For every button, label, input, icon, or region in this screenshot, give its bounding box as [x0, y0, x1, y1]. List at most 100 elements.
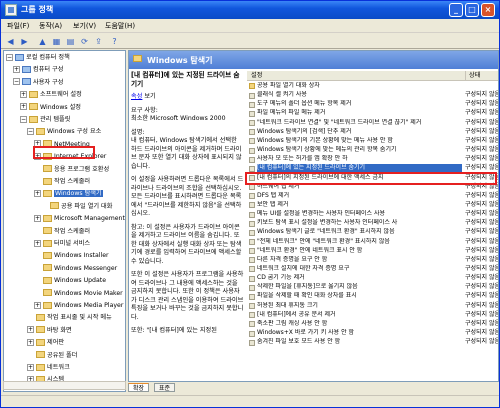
policy-tree[interactable]: − 로컬 컴퓨터 정책 + 컴퓨터 구성 − 사용자 구성 + 소프트웨어 설정 + Window… — [3, 50, 126, 392]
expand-icon[interactable]: + — [34, 239, 41, 247]
maximize-button[interactable]: □ — [465, 3, 479, 17]
tree-item[interactable]: + 바탕 화면 — [27, 326, 72, 335]
collapse-icon[interactable]: − — [6, 53, 13, 61]
export-icon[interactable]: ⇪ — [93, 36, 104, 47]
window-title: 그룹 정책 — [21, 5, 54, 14]
tree-item[interactable]: + 네트워크 — [27, 363, 70, 372]
tree-item[interactable]: − 사용자 구성 — [13, 78, 63, 87]
policy-row[interactable]: CD 굽기 기능 제거 구성되지 않음 — [247, 274, 498, 283]
column-state[interactable]: 상태 — [465, 71, 498, 81]
policy-row[interactable]: 공용 파일 열기 대화 상자 — [247, 82, 498, 91]
forward-icon[interactable]: ▶ — [19, 36, 30, 47]
expand-icon[interactable]: + — [20, 90, 27, 98]
expand-icon[interactable]: + — [27, 363, 34, 371]
tree-item[interactable]: 응용 프로그램 호환성 — [34, 165, 109, 174]
tree-horizontal-scrollbar[interactable] — [3, 381, 126, 390]
tree-item[interactable]: − 로컬 컴퓨터 정책 — [6, 53, 70, 62]
policy-row[interactable]: Windows 탐색기의 기본 상황에 맞는 메뉴 사용 안 함 구성되지 않음 — [247, 137, 498, 146]
tree-item[interactable]: + 컴퓨터 구성 — [13, 65, 63, 74]
tree-item[interactable]: + 터미널 서비스 — [34, 239, 90, 248]
tree-item[interactable]: + Microsoft Management — [34, 214, 125, 223]
tree-item[interactable]: + 제어판 — [27, 338, 64, 347]
expand-icon[interactable]: + — [13, 65, 20, 73]
policy-state: 구성되지 않음 — [465, 146, 498, 154]
policy-row[interactable]: Windows 탐색기의 [검색] 단추 제거 구성되지 않음 — [247, 128, 498, 137]
tree-item[interactable]: + 소프트웨어 설정 — [20, 90, 82, 99]
tree-item[interactable]: + NetMeeting — [34, 140, 90, 149]
policy-row[interactable]: 다른 자격 증명을 요구 안 함 구성되지 않음 — [247, 256, 498, 265]
policy-row[interactable]: 클래식 셸 켜기 사용 구성되지 않음 — [247, 91, 498, 100]
policy-row[interactable]: "전체 네트워크" 안에 "네트워크 환경" 표시하지 않음 구성되지 않음 — [247, 238, 498, 247]
tree-item[interactable]: + Windows 설정 — [20, 103, 81, 112]
menu-action[interactable]: 동작(A) — [39, 21, 62, 31]
tree-item[interactable]: + Windows 탐색기 — [34, 189, 103, 198]
menu-help[interactable]: 도움말(H) — [105, 21, 135, 31]
column-setting[interactable]: 설정 — [251, 71, 262, 81]
tree-item[interactable]: 공유된 폴더 — [27, 351, 77, 360]
policy-row[interactable]: Windows+X 바로 가기 키 사용 안 함 구성되지 않음 — [247, 329, 498, 338]
policy-row[interactable]: 삭제한 파일을 [휴지통]으로 옮기지 않음 구성되지 않음 — [247, 283, 498, 292]
tree-item[interactable]: + Internet Explorer — [34, 152, 106, 161]
collapse-icon[interactable]: − — [20, 115, 27, 123]
policy-row[interactable]: 도구 메뉴의 폴더 옵션 메뉴 항목 제거 구성되지 않음 — [247, 100, 498, 109]
close-button[interactable]: × — [481, 3, 495, 17]
properties-link[interactable]: 속성 — [131, 93, 142, 100]
tab-extended[interactable]: 확장 — [128, 383, 150, 392]
policy-row[interactable]: 파일 메뉴의 파일 메뉴 제거 구성되지 않음 — [247, 109, 498, 118]
tree-item[interactable]: + Windows Media Player — [34, 301, 123, 310]
policy-row[interactable]: "네트워크 드라이브 연결" 및 "네트워크 드라이브 연결 끊기" 제거 구성되… — [247, 119, 498, 128]
show-tree-icon[interactable]: ▦ — [51, 36, 62, 47]
up-icon[interactable]: ▲ — [37, 36, 48, 47]
policy-setting-icon — [249, 120, 255, 127]
expand-icon[interactable]: + — [20, 103, 27, 111]
expand-icon[interactable]: + — [34, 189, 41, 197]
help-icon[interactable]: ? — [109, 36, 120, 47]
policy-row[interactable]: [내 컴퓨터]에 있는 지정된 드라이브 숨기기 구성되지 않음 — [247, 164, 498, 174]
properties-icon[interactable]: ▤ — [65, 36, 76, 47]
collapse-icon[interactable]: − — [27, 127, 34, 135]
policy-row[interactable]: [내 컴퓨터]에서 공유 문서 제거 구성되지 않음 — [247, 311, 498, 320]
tree-item[interactable]: 공용 파일 열기 대화 — [41, 202, 112, 211]
refresh-icon[interactable]: ⟳ — [79, 36, 90, 47]
policy-row[interactable]: Windows 탐색기 글로 "네트워크 환경" 표시하지 않음 구성되지 않음 — [247, 228, 498, 237]
policy-row[interactable]: 숨겨진 파일 보호 모드 사용 안 함 구성되지 않음 — [247, 338, 498, 347]
policy-row[interactable]: 네트워크 설치에 대한 자격 증명 요구 구성되지 않음 — [247, 265, 498, 274]
tree-item[interactable]: 작업 스케줄러 — [34, 227, 90, 236]
policy-name: 메뉴 UI를 설정을 변경하는 사용자 인터페이스 사용 — [257, 210, 386, 218]
expand-icon[interactable]: + — [27, 338, 34, 346]
tree-item[interactable]: − Windows 구성 요소 — [27, 127, 101, 136]
expand-icon[interactable]: + — [34, 152, 41, 160]
menu-view[interactable]: 보기(V) — [73, 21, 96, 31]
tree-item[interactable]: Windows Installer — [34, 251, 109, 260]
policy-row[interactable]: 보안 탭 제거 구성되지 않음 — [247, 201, 498, 210]
policy-state: 구성되지 않음 — [465, 329, 498, 337]
expand-icon[interactable]: + — [34, 140, 41, 148]
policy-row[interactable]: 하드웨어 탭 제거 구성되지 않음 — [247, 183, 498, 192]
tree-item[interactable]: Windows Movie Maker — [34, 289, 123, 298]
policy-row[interactable]: 메뉴 UI를 설정을 변경하는 사용자 인터페이스 사용 구성되지 않음 — [247, 210, 498, 219]
policy-row[interactable]: 키보드 탐색 표시 설정을 변경하는 사용자 인터페이스 사 구성되지 않음 — [247, 219, 498, 228]
policy-row[interactable]: 파일을 삭제할 때 확인 대화 상자를 표시 구성되지 않음 — [247, 292, 498, 301]
policy-row[interactable]: 사용자 모 또는 허가를 앱 확장 안 하 구성되지 않음 — [247, 155, 498, 164]
policy-row[interactable]: 허용된 최대 휴지통 크기 구성되지 않음 — [247, 302, 498, 311]
policy-row[interactable]: "네트워크 환경" 안에 네트워크 표시 안 함 구성되지 않음 — [247, 247, 498, 256]
tree-item[interactable]: − 관리 템플릿 — [20, 115, 70, 124]
policy-name: [내 컴퓨터]에 있는 지정된 드라이브 숨기기 — [257, 164, 462, 174]
expand-icon[interactable]: + — [34, 214, 41, 222]
policy-row[interactable]: Windows 탐색기 상황에 맞는 메뉴의 관리 항목 숨기기 구성되지 않음 — [247, 146, 498, 155]
tree-item[interactable]: Windows Update — [34, 276, 106, 285]
expand-icon[interactable]: + — [27, 326, 34, 334]
tree-item[interactable]: 작업 스케줄러 — [34, 177, 90, 186]
collapse-icon[interactable]: − — [13, 78, 20, 86]
policy-row[interactable]: [내 컴퓨터]의 지정된 드라이브에 대한 액세스 금지 구성되지 않음 — [247, 174, 498, 183]
tree-item[interactable]: Windows Messenger — [34, 264, 117, 273]
minimize-button[interactable]: _ — [449, 3, 463, 17]
policy-row[interactable]: DFS 탭 제거 구성되지 않음 — [247, 192, 498, 201]
policy-row[interactable]: 축소판 그림 캐싱 사용 안 함 구성되지 않음 — [247, 320, 498, 329]
tree-item[interactable]: 작업 표시줄 및 시작 메뉴 — [27, 313, 112, 322]
back-icon[interactable]: ◀ — [5, 36, 16, 47]
expand-icon[interactable]: + — [34, 301, 41, 309]
policy-state: 구성되지 않음 — [465, 246, 498, 254]
menu-file[interactable]: 파일(F) — [7, 21, 29, 31]
tab-standard[interactable]: 표준 — [154, 383, 176, 392]
